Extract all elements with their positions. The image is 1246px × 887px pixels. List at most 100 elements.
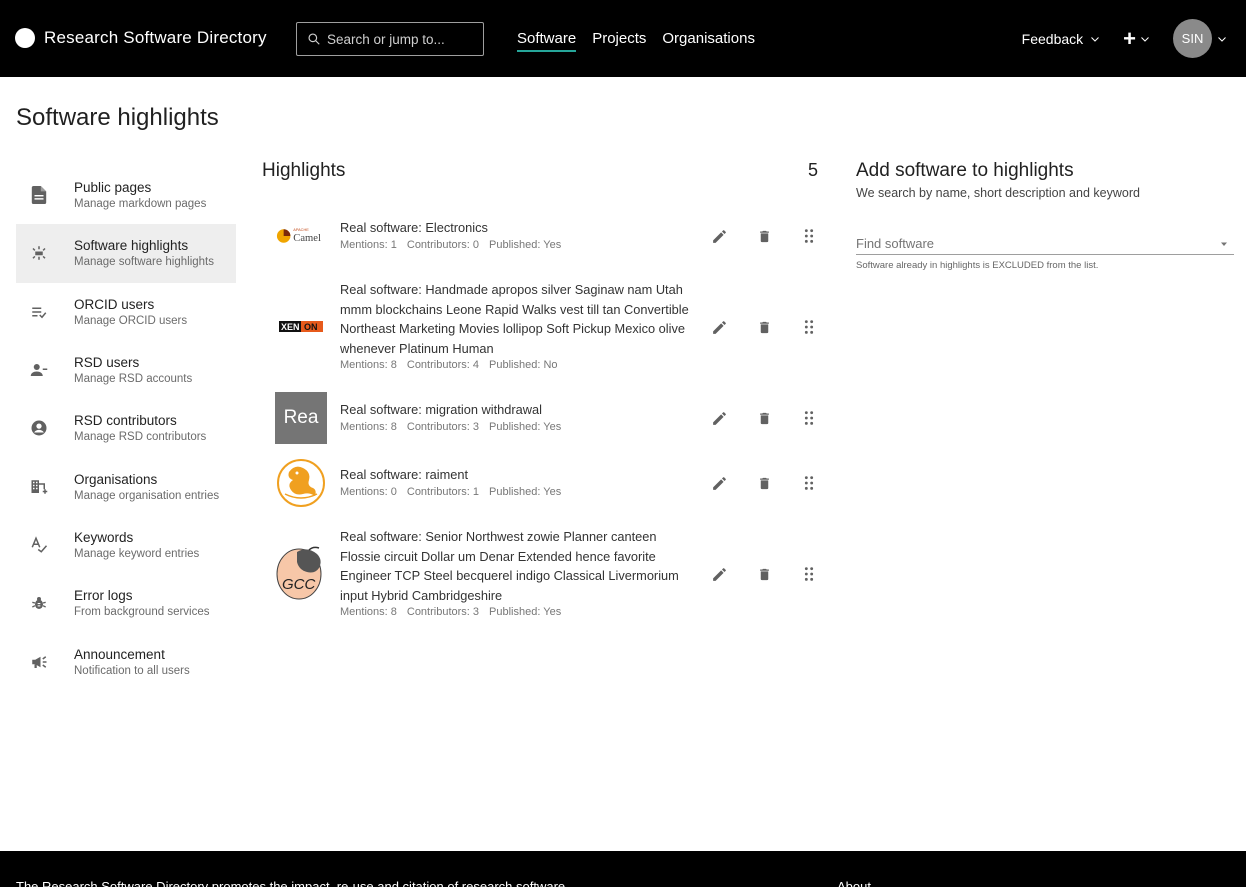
sidebar-item-sublabel: Notification to all users <box>74 664 190 677</box>
drag-handle-icon[interactable] <box>800 474 818 492</box>
list-item[interactable]: GCC Real software: Senior Northwest zowi… <box>262 527 822 623</box>
software-stats: Mentions: 1 Contributors: 0 Published: Yes <box>340 239 690 251</box>
sidebar-item-sublabel: Manage organisation entries <box>74 489 220 502</box>
sidebar-item-label: Keywords <box>74 529 134 545</box>
search-placeholder: Search or jump to... <box>327 31 445 47</box>
edit-icon[interactable] <box>710 227 728 245</box>
edit-icon[interactable] <box>710 318 728 336</box>
delete-icon[interactable] <box>755 565 773 583</box>
sidebar-item-organisations[interactable]: Organisations Manage organisation entrie… <box>16 457 236 515</box>
document-icon <box>30 186 48 205</box>
nav-projects[interactable]: Projects <box>592 30 646 52</box>
sidebar-item-rsd-users[interactable]: RSD users Manage RSD accounts <box>16 341 236 399</box>
published-status: Published: Yes <box>489 238 562 251</box>
dropdown-arrow-icon[interactable] <box>1218 238 1230 250</box>
plus-icon: + <box>1123 25 1136 51</box>
delete-icon[interactable] <box>755 227 773 245</box>
published-status: Published: Yes <box>489 485 562 498</box>
list-item[interactable]: Rea Real software: migration withdrawal … <box>262 392 822 444</box>
user-menu-button[interactable]: SIN <box>1173 19 1228 58</box>
camel-logo: APACHE Camel <box>275 210 327 262</box>
sidebar-item-orcid-users[interactable]: ORCID users Manage ORCID users <box>16 283 236 341</box>
sidebar-item-public-pages[interactable]: Public pages Manage markdown pages <box>16 166 236 224</box>
sidebar-item-sublabel: From background services <box>74 606 210 619</box>
contributors-count: Contributors: 3 <box>406 420 480 433</box>
chevron-down-icon <box>1091 36 1099 42</box>
footer-about-heading: About <box>837 879 871 887</box>
software-name[interactable]: Real software: Handmade apropos silver S… <box>340 280 690 358</box>
person-remove-icon <box>30 361 48 379</box>
sidebar-item-sublabel: Manage RSD accounts <box>74 373 193 386</box>
sidebar-item-software-highlights[interactable]: Software highlights Manage software high… <box>16 224 236 283</box>
admin-sidebar: Public pages Manage markdown pages Softw… <box>16 166 236 691</box>
svg-text:APACHE: APACHE <box>293 228 309 232</box>
sidebar-item-sublabel: Manage ORCID users <box>74 314 188 327</box>
sidebar-item-label: Software highlights <box>74 238 189 254</box>
drag-handle-icon[interactable] <box>800 565 818 583</box>
edit-icon[interactable] <box>710 565 728 583</box>
drag-handle-icon[interactable] <box>800 318 818 336</box>
svg-text:XEN: XEN <box>281 322 300 332</box>
delete-icon[interactable] <box>755 474 773 492</box>
mentions-count: Mentions: 1 <box>340 238 397 251</box>
software-name[interactable]: Real software: Electronics <box>340 218 690 238</box>
contributors-count: Contributors: 4 <box>406 359 480 371</box>
sidebar-item-label: Error logs <box>74 588 133 604</box>
delete-icon[interactable] <box>755 318 773 336</box>
global-search-input[interactable]: Search or jump to... <box>296 22 484 56</box>
software-stats: Mentions: 8 Contributors: 3 Published: Yes <box>340 421 690 433</box>
edit-icon[interactable] <box>710 474 728 492</box>
drag-handle-icon[interactable] <box>800 409 818 427</box>
domain-add-icon <box>30 478 48 496</box>
mentions-count: Mentions: 0 <box>340 485 397 498</box>
add-menu-button[interactable]: + <box>1123 25 1151 51</box>
feedback-label: Feedback <box>1021 30 1084 47</box>
find-software-input[interactable]: Find software <box>856 233 1234 255</box>
published-status: Published: No <box>489 359 558 371</box>
list-item[interactable]: Real software: raiment Mentions: 0 Contri… <box>262 457 822 509</box>
brand-link[interactable]: Research Software Directory <box>15 28 267 48</box>
software-name[interactable]: Real software: migration withdrawal <box>340 400 690 420</box>
brand-name: Research Software Directory <box>44 28 267 47</box>
find-software-placeholder: Find software <box>856 236 935 251</box>
feedback-button[interactable]: Feedback <box>1022 31 1101 47</box>
software-stats: Mentions: 0 Contributors: 1 Published: Yes <box>340 486 690 498</box>
spellcheck-icon <box>30 536 48 554</box>
svg-text:GCC: GCC <box>282 576 316 593</box>
sidebar-item-label: Announcement <box>74 646 165 662</box>
sidebar-item-announcement[interactable]: Announcement Notification to all users <box>16 632 236 690</box>
initials-logo-text: Rea <box>283 407 319 428</box>
top-navigation-bar: Research Software Directory Search or ju… <box>0 0 1246 77</box>
drag-handle-icon[interactable] <box>800 227 818 245</box>
sidebar-item-label: Public pages <box>74 180 152 196</box>
dragon-logo <box>275 457 327 509</box>
list-item[interactable]: APACHE Camel Real software: Electronics … <box>262 210 822 262</box>
brand-logo-icon <box>15 28 35 48</box>
mentions-count: Mentions: 8 <box>340 359 397 371</box>
sidebar-item-rsd-contributors[interactable]: RSD contributors Manage RSD contributors <box>16 399 236 457</box>
software-name[interactable]: Real software: raiment <box>340 465 690 485</box>
nav-software[interactable]: Software <box>517 30 577 52</box>
sidebar-item-keywords[interactable]: Keywords Manage keyword entries <box>16 516 236 574</box>
highlights-title: Highlights <box>262 160 346 181</box>
mentions-count: Mentions: 8 <box>340 420 397 433</box>
footer-tagline: The Research Software Directory promotes… <box>16 879 566 887</box>
svg-text:Camel: Camel <box>293 233 321 244</box>
highlights-header: Highlights 5 <box>262 160 818 182</box>
software-stats: Mentions: 8 Contributors: 4 Published: No <box>340 359 690 371</box>
software-name[interactable]: Real software: Senior Northwest zowie Pl… <box>340 527 690 605</box>
list-item[interactable]: XEN ON Real software: Handmade apropos s… <box>262 280 822 376</box>
account-circle-icon <box>30 419 48 437</box>
footer: The Research Software Directory promotes… <box>0 851 1246 887</box>
add-software-title: Add software to highlights <box>856 160 1074 181</box>
nav-organisations[interactable]: Organisations <box>662 30 755 52</box>
sidebar-item-error-logs[interactable]: Error logs From background services <box>16 574 236 632</box>
edit-icon[interactable] <box>710 409 728 427</box>
mentions-count: Mentions: 8 <box>340 606 397 618</box>
find-software-helper-text: Software already in highlights is EXCLUD… <box>856 260 1099 271</box>
add-software-subtitle: We search by name, short description and… <box>856 186 1140 200</box>
software-stats: Mentions: 8 Contributors: 3 Published: Yes <box>340 606 690 618</box>
page-title: Software highlights <box>16 104 219 131</box>
delete-icon[interactable] <box>755 409 773 427</box>
sidebar-item-label: RSD contributors <box>74 413 177 429</box>
